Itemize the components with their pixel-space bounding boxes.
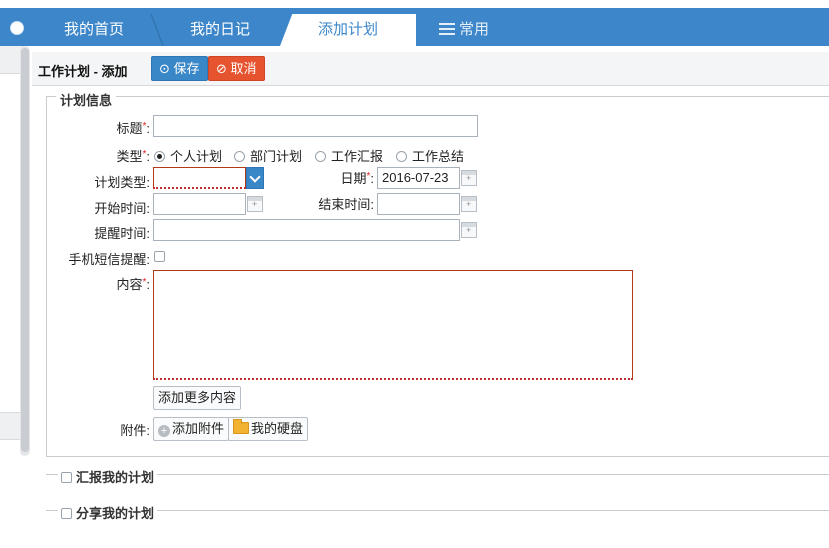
report-section-checkbox[interactable] [61,472,72,483]
end-time-input[interactable] [377,193,460,215]
plan-info-legend: 计划信息 [56,90,117,109]
report-section-line [46,474,829,475]
required-mark: * [142,121,147,132]
start-time-label: 开始时间: [94,201,150,216]
scrollbar[interactable] [20,46,30,456]
share-section-title[interactable]: 分享我的计划 [58,503,158,522]
title-label: 标题*: [116,121,150,136]
app-root: 我的首页 我的日记 添加计划 常用 工作计划 - 添加 ⊙ 保存 ⊘ 取消 计划… [0,0,829,548]
tab-home[interactable]: 我的首页 [34,14,154,46]
my-disk-label: 我的硬盘 [251,421,304,436]
remind-time-input[interactable] [153,219,460,241]
type-option-label: 工作汇报 [331,149,384,164]
type-label: 类型*: [116,149,150,164]
left-sidebar [0,0,32,548]
sms-remind-checkbox[interactable] [154,251,165,262]
page-title: 工作计划 - 添加 [38,64,128,79]
radio-icon[interactable] [234,151,245,162]
chevron-down-icon[interactable] [246,167,264,189]
toggle-circle-icon[interactable] [10,21,24,35]
menu-icon [438,23,455,35]
radio-checked-icon[interactable] [154,151,165,162]
add-more-content-button[interactable]: 添加更多内容 [153,386,242,410]
folder-icon [233,419,249,434]
add-attachment-button[interactable]: + 添加附件 [153,417,230,441]
required-mark: * [142,277,147,288]
my-disk-button[interactable]: 我的硬盘 [228,417,309,441]
date-input[interactable]: 2016-07-23 [377,167,460,189]
share-section-line [46,510,829,511]
radio-icon[interactable] [396,151,407,162]
start-time-input[interactable] [153,193,246,215]
report-section-label: 汇报我的计划 [76,470,155,485]
toolbar: 工作计划 - 添加 ⊙ 保存 ⊘ 取消 [32,52,829,86]
content-label-text: 内容 [116,277,143,292]
date-label-text: 日期 [340,171,367,186]
type-option-summary[interactable]: 工作总结 [396,146,464,165]
share-section-checkbox[interactable] [61,508,72,519]
type-option-report[interactable]: 工作汇报 [315,146,383,165]
calendar-icon[interactable] [247,196,263,212]
type-label-text: 类型 [116,149,143,164]
save-button[interactable]: ⊙ 保存 [151,56,208,81]
required-mark: * [142,149,147,160]
calendar-icon[interactable] [461,196,477,212]
calendar-icon[interactable] [461,222,477,238]
tab-add-plan[interactable]: 添加计划 [280,14,416,46]
title-input[interactable] [153,115,478,137]
calendar-icon[interactable] [461,170,477,186]
content-label: 内容*: [116,277,150,292]
type-option-label: 工作总结 [412,149,465,164]
remind-time-label: 提醒时间: [94,226,150,241]
tab-diary[interactable]: 我的日记 [160,14,280,46]
end-time-label: 结束时间: [318,197,374,212]
required-mark: * [366,171,371,182]
share-section-label: 分享我的计划 [76,506,155,521]
attachment-label: 附件: [120,423,150,438]
scrollbar-thumb[interactable] [21,48,29,452]
title-label-text: 标题 [116,121,143,136]
add-attachment-label: 添加附件 [172,421,225,436]
cancel-button[interactable]: ⊘ 取消 [208,56,265,81]
type-option-department[interactable]: 部门计划 [234,146,302,165]
type-option-label: 个人计划 [170,149,223,164]
tab-bar: 我的首页 我的日记 添加计划 常用 [32,8,829,46]
type-option-personal[interactable]: 个人计划 [154,146,222,165]
report-section-title[interactable]: 汇报我的计划 [58,467,158,486]
plus-circle-icon: + [158,425,170,437]
plan-type-label: 计划类型: [94,175,150,190]
tab-common-label: 常用 [458,21,489,38]
content-textarea[interactable] [153,270,633,380]
tab-common[interactable]: 常用 [424,14,504,46]
sms-remind-label: 手机短信提醒: [68,252,150,267]
radio-icon[interactable] [315,151,326,162]
plan-type-select[interactable] [153,167,246,189]
date-label: 日期*: [340,171,374,186]
type-option-label: 部门计划 [250,149,303,164]
